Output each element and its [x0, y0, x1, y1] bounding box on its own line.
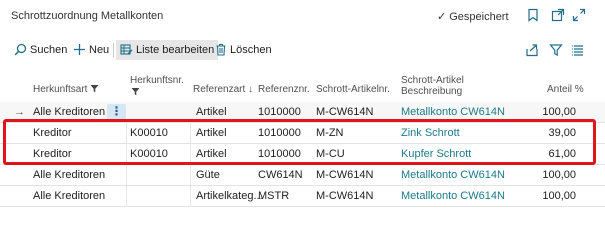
- save-status-label: Gespeichert: [449, 11, 509, 23]
- cell-schrott-artikelnr[interactable]: M-CU: [316, 144, 345, 165]
- column-header-anteil-label: Anteil %: [547, 84, 584, 95]
- cell-anteil[interactable]: 100,00: [520, 165, 576, 186]
- column-divider: [126, 144, 127, 165]
- column-header-referenzart-label: Referenzart: [193, 84, 246, 95]
- cell-beschreibung[interactable]: Kupfer Schrott: [401, 144, 471, 165]
- table-row[interactable]: → Alle Kreditoren ⋮ Artikel 1010000 M-CW…: [0, 102, 605, 123]
- column-divider: [126, 123, 127, 144]
- cell-beschreibung[interactable]: Zink Schrott: [401, 123, 460, 144]
- column-header-schrott-artikelnr[interactable]: Schrott-Artikelnr.: [316, 84, 390, 95]
- edit-list-icon: [120, 44, 133, 55]
- cell-referenznr[interactable]: CW614N: [258, 165, 303, 186]
- cell-schrott-artikelnr[interactable]: M-CW614N: [316, 102, 373, 123]
- cell-beschreibung[interactable]: Metallkonto CW614N: [401, 165, 505, 186]
- cell-herkunftsart[interactable]: Alle Kreditoren: [33, 102, 105, 123]
- table-row[interactable]: Kreditor K00010 Artikel 1010000 M-ZN Zin…: [0, 123, 605, 144]
- column-header-herkunftsnr-label: Herkunftsnr.: [130, 75, 184, 86]
- column-header-referenznr-label: Referenznr.: [258, 84, 310, 95]
- search-label: Suchen: [30, 44, 68, 56]
- divider: [113, 43, 114, 57]
- new-button[interactable]: Neu: [73, 41, 109, 59]
- search-button[interactable]: Suchen: [14, 41, 67, 59]
- share-icon[interactable]: [525, 43, 539, 57]
- sort-descending-icon: ↓: [248, 84, 254, 95]
- column-header-schrott-artikel-beschreibung[interactable]: Schrott-Artikel Beschreibung: [401, 75, 464, 97]
- column-header-herkunftsart-label: Herkunftsart: [33, 84, 88, 95]
- search-icon: [14, 43, 27, 56]
- cell-herkunftsart[interactable]: Alle Kreditoren: [33, 165, 105, 186]
- column-header-schrott-artikelnr-label: Schrott-Artikelnr.: [316, 84, 390, 95]
- trash-icon: [216, 43, 226, 56]
- cell-schrott-artikelnr[interactable]: M-ZN: [316, 123, 344, 144]
- filter-icon[interactable]: [549, 43, 563, 57]
- column-header-referenznr[interactable]: Referenznr.: [258, 84, 310, 95]
- cell-referenznr[interactable]: 1010000: [258, 102, 301, 123]
- cell-beschreibung[interactable]: Metallkonto CW614N: [401, 186, 505, 207]
- bookmark-icon[interactable]: [526, 8, 540, 22]
- cell-anteil[interactable]: 61,00: [520, 144, 576, 165]
- new-label: Neu: [89, 44, 110, 56]
- column-divider: [126, 165, 127, 186]
- cell-anteil[interactable]: 100,00: [520, 102, 576, 123]
- column-header-herkunftsnr[interactable]: Herkunftsnr.: [130, 75, 184, 86]
- save-status: ✓ Gespeichert: [437, 10, 509, 23]
- cell-anteil[interactable]: 100,00: [520, 186, 576, 207]
- cell-referenznr[interactable]: 1010000: [258, 144, 301, 165]
- open-new-window-icon[interactable]: [551, 8, 565, 22]
- cell-herkunftsart[interactable]: Kreditor: [33, 144, 72, 165]
- action-bar: Suchen Neu Liste bearbeiten Löschen: [0, 38, 605, 62]
- column-header-referenzart[interactable]: Referenzart ↓: [193, 84, 253, 95]
- cell-referenzart[interactable]: Artikelkateg...: [196, 186, 263, 207]
- arrow-right-icon: →: [14, 106, 25, 118]
- column-divider: [126, 186, 127, 207]
- column-divider: [190, 186, 191, 207]
- edit-list-button[interactable]: Liste bearbeiten: [116, 40, 219, 60]
- cell-referenzart[interactable]: Güte: [196, 165, 220, 186]
- cell-referenzart[interactable]: Artikel: [196, 102, 227, 123]
- column-divider: [190, 165, 191, 186]
- cell-herkunftsnr[interactable]: K00010: [130, 123, 168, 144]
- column-header-herkunftsart[interactable]: Herkunftsart: [33, 84, 99, 95]
- table-row[interactable]: Kreditor K00010 Artikel 1010000 M-CU Kup…: [0, 144, 605, 165]
- cell-schrott-artikelnr[interactable]: M-CW614N: [316, 186, 373, 207]
- column-header-anteil[interactable]: Anteil %: [547, 84, 584, 95]
- filter-icon: [90, 85, 99, 93]
- cell-herkunftsart[interactable]: Alle Kreditoren: [33, 186, 105, 207]
- cell-referenznr[interactable]: MSTR: [258, 186, 289, 207]
- column-header-beschreibung-label: Beschreibung: [401, 86, 463, 97]
- plus-icon: [74, 44, 85, 55]
- more-options-icon[interactable]: ⋮: [107, 104, 126, 121]
- delete-button[interactable]: Löschen: [215, 41, 272, 59]
- filter-icon: [131, 87, 140, 99]
- cell-referenzart[interactable]: Artikel: [196, 123, 227, 144]
- edit-list-label: Liste bearbeiten: [136, 44, 215, 56]
- expand-icon[interactable]: [572, 8, 586, 22]
- cell-herkunftsnr[interactable]: K00010: [130, 144, 168, 165]
- cell-herkunftsart[interactable]: Kreditor: [33, 123, 72, 144]
- delete-label: Löschen: [230, 44, 272, 56]
- cell-referenznr[interactable]: 1010000: [258, 123, 301, 144]
- cell-beschreibung[interactable]: Metallkonto CW614N: [401, 102, 505, 123]
- column-divider: [190, 123, 191, 144]
- list-view-icon[interactable]: [571, 43, 585, 57]
- cell-referenzart[interactable]: Artikel: [196, 144, 227, 165]
- title-bar: Schrottzuordnung Metallkonten ✓ Gespeiche…: [0, 0, 605, 32]
- column-divider: [190, 144, 191, 165]
- check-icon: ✓: [437, 11, 447, 23]
- cell-anteil[interactable]: 39,00: [520, 123, 576, 144]
- page-title: Schrottzuordnung Metallkonten: [11, 10, 164, 22]
- table-row[interactable]: Alle Kreditoren Artikelkateg... MSTR M-C…: [0, 186, 605, 207]
- column-header-schrott-artikel-label: Schrott-Artikel: [401, 75, 464, 86]
- table-row[interactable]: Alle Kreditoren Güte CW614N M-CW614N Met…: [0, 165, 605, 186]
- cell-schrott-artikelnr[interactable]: M-CW614N: [316, 165, 373, 186]
